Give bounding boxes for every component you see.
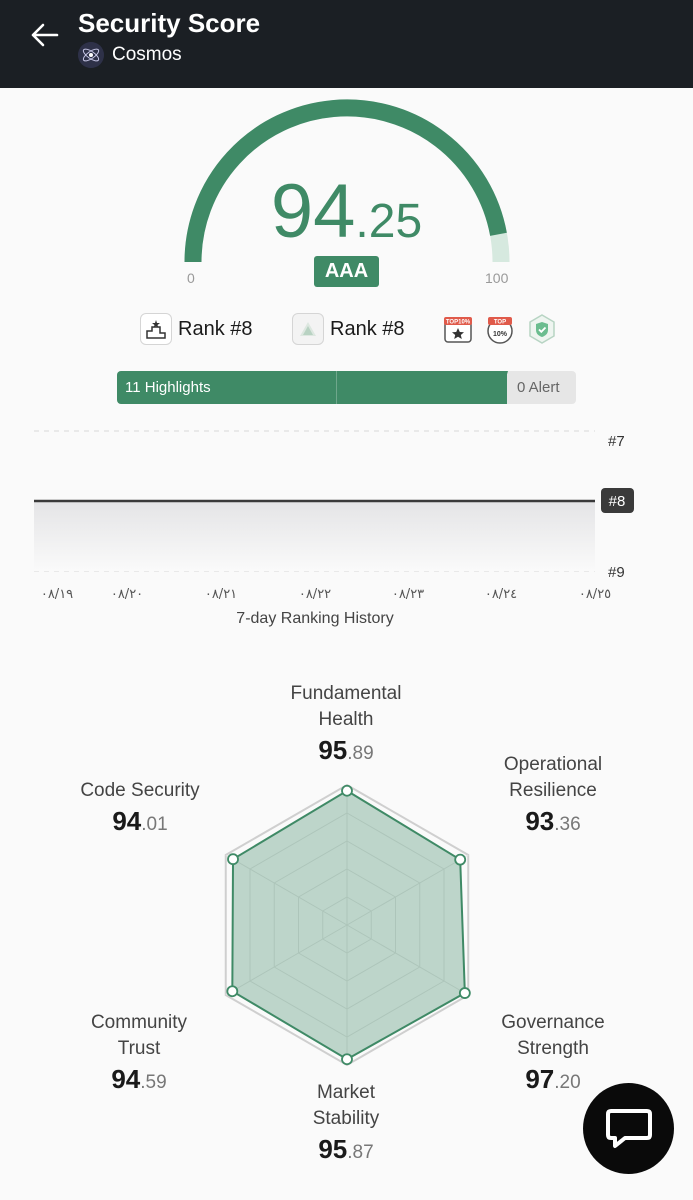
score-value: 94.25 [0, 168, 693, 255]
radar-data-point [454, 853, 467, 866]
rank-item-pyramid[interactable]: Rank #8 [292, 313, 405, 345]
y-tick-7: #7 [608, 433, 625, 450]
radar-label-community-trust: Community Trust 94.59 [90, 1012, 188, 1094]
page-title: Security Score [78, 8, 261, 38]
app-header: Security Score Cosmos [0, 0, 693, 88]
x-axis-tick-label: ٠٨/٢٢ [299, 587, 331, 602]
x-axis-tick-label: ٠٨/١٩ [41, 587, 73, 602]
gauge-min-label: 0 [187, 270, 195, 286]
chat-button[interactable] [583, 1083, 674, 1174]
rank-label: Rank #8 [330, 317, 405, 340]
rank-label: Rank #8 [178, 317, 253, 340]
chat-bubble-icon [605, 1108, 652, 1148]
radar-label-governance-strength: Governance Strength 97.20 [501, 1012, 605, 1094]
svg-text:TOP10%: TOP10% [446, 320, 471, 326]
top-10-percent-shield-badge-icon[interactable]: TOP 10% [484, 313, 516, 345]
x-axis-tick-label: ٠٨/٢٥ [579, 587, 611, 602]
cosmos-logo-icon [78, 42, 104, 68]
radar-data-point [341, 1053, 353, 1066]
y-tick-9: #9 [608, 564, 625, 581]
svg-text:10%: 10% [493, 331, 508, 338]
top-10-percent-badge-icon[interactable]: TOP10% [442, 313, 474, 345]
alert-label[interactable]: 0 Alert [517, 379, 560, 396]
pyramid-icon [292, 313, 324, 345]
radar-data-point [226, 985, 239, 998]
radar-data-point [227, 853, 239, 866]
current-rank-label: #8 [609, 493, 626, 510]
radar-data-point [341, 784, 353, 797]
highlights-label[interactable]: 11 Highlights [125, 379, 211, 396]
radar-label-operational-resilience: Operational Resilience 93.36 [503, 754, 603, 836]
radar-label-code-security: Code Security 94.01 [80, 780, 200, 836]
ranking-history-chart: #7 #8 #9 ٠٨/١٩ ٠٨/٢٠ ٠٨/٢١ ٠٨/٢٢ ٠٨/٢٣ ٠٨/٢٤ ٠… [34, 430, 634, 602]
x-axis-tick-label: ٠٨/٢٤ [485, 587, 517, 602]
highlights-alert-bar[interactable]: 11 Highlights 0 Alert [117, 371, 576, 404]
ranking-area [34, 501, 595, 571]
score-decimal: .25 [355, 195, 423, 248]
score-integer: 94 [270, 169, 356, 254]
x-axis-tick-label: ٠٨/٢٣ [392, 587, 424, 602]
ranking-chart-title: 7-day Ranking History [236, 610, 394, 627]
x-axis-tick-label: ٠٨/٢٠ [111, 587, 143, 602]
project-label: Cosmos [112, 44, 182, 65]
rank-item-podium[interactable]: Rank #8 [140, 313, 253, 345]
radar-data-point [458, 987, 471, 999]
podium-icon [140, 313, 172, 345]
radar-label-market-stability: Market Stability 95.87 [312, 1082, 380, 1164]
radar-label-fundamental-health: Fundamental Health 95.89 [290, 683, 402, 765]
verified-shield-badge-icon[interactable] [526, 313, 558, 345]
x-axis-tick-label: ٠٨/٢١ [205, 587, 237, 602]
svg-text:TOP: TOP [494, 320, 506, 326]
badge-group: TOP10% TOP 10% [442, 313, 558, 345]
rating-badge: AAA [314, 256, 379, 287]
back-arrow-icon[interactable] [24, 14, 66, 56]
project-name: Cosmos [78, 42, 182, 68]
gauge-max-label: 100 [485, 270, 509, 286]
